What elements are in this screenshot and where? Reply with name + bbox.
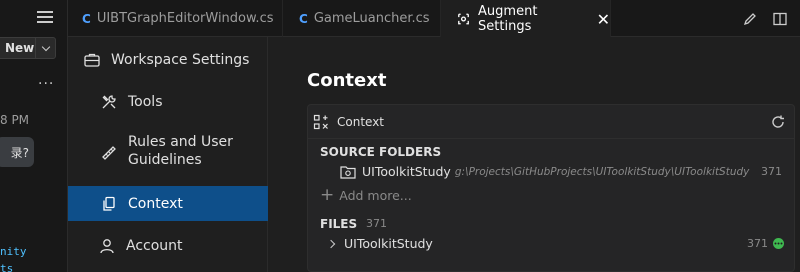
chevron-down-icon: [41, 42, 50, 51]
chat-bubble-text: 录?: [10, 145, 29, 160]
briefcase-icon: [84, 53, 100, 67]
tab-label: GameLuancher.cs: [313, 11, 430, 26]
chat-bubble: 录?: [0, 137, 34, 167]
sidebar-item-label: Account: [126, 238, 183, 254]
tools-icon: [102, 95, 116, 109]
menu-icon[interactable]: [37, 11, 53, 25]
file-count: 371: [747, 237, 768, 250]
more-options-icon[interactable]: ...: [38, 72, 54, 88]
sidebar-item-rules[interactable]: Rules and User Guidelines: [68, 133, 268, 173]
synced-status-icon: [773, 238, 784, 249]
new-chat-dropdown[interactable]: [35, 38, 55, 58]
page-title: Context: [307, 70, 387, 91]
settings-main: Context Context SOURCE FOLDERS UIToolkit…: [269, 37, 800, 272]
ruler-icon: [102, 146, 116, 160]
csharp-file-icon: C: [82, 11, 91, 26]
ellipsis-icon: [774, 242, 783, 245]
folder-icon: [340, 165, 356, 179]
chevron-right-icon[interactable]: [326, 239, 336, 248]
tab-augment-settings[interactable]: Augment Settings ✕: [441, 0, 611, 38]
editor-tab-bar: C UIBTGraphEditorWindow.cs C GameLuanche…: [68, 0, 800, 38]
files-heading: FILES: [320, 217, 358, 231]
files-count: 371: [366, 217, 387, 230]
source-folders-heading: SOURCE FOLDERS: [320, 145, 442, 159]
tab-label: Augment Settings: [478, 4, 538, 34]
sidebar-item-tools[interactable]: Tools: [68, 91, 268, 113]
code-snippet-line: nity: [0, 245, 27, 258]
sidebar-item-context[interactable]: Context: [68, 186, 268, 221]
file-tree-item[interactable]: UIToolkitStudy: [326, 236, 433, 251]
refresh-icon[interactable]: [770, 114, 786, 130]
split-editor-icon[interactable]: [772, 11, 788, 27]
context-card-title: Context: [337, 114, 385, 129]
chat-panel: New ... 8 PM 录? nity ts: [0, 0, 68, 272]
sidebar-item-label: Context: [128, 195, 183, 212]
add-more-label: Add more...: [339, 188, 412, 203]
plus-icon: +: [320, 185, 335, 205]
context-icon: [313, 114, 328, 129]
settings-sidebar: Workspace Settings Tools Rules and User …: [68, 37, 268, 272]
new-chat-button[interactable]: New: [0, 37, 56, 59]
sidebar-item-label: Rules and User: [128, 134, 233, 150]
add-more-button[interactable]: + Add more...: [320, 187, 412, 204]
source-folder-count: 371: [761, 165, 782, 178]
source-folder-row[interactable]: UIToolkitStudy g:\Projects\GitHubProject…: [340, 164, 790, 179]
user-icon: [100, 239, 114, 254]
file-tree-item-label: UIToolkitStudy: [344, 236, 433, 251]
new-chat-label: New: [5, 41, 35, 55]
source-folder-path: g:\Projects\GitHubProjects\UIToolkitStud…: [454, 165, 750, 178]
sidebar-item-workspace-settings[interactable]: Workspace Settings: [68, 49, 268, 71]
tab-uibtgrapheditorwindow[interactable]: C UIBTGraphEditorWindow.cs: [68, 0, 283, 37]
tab-label: UIBTGraphEditorWindow.cs: [96, 11, 274, 26]
edit-icon[interactable]: [742, 11, 758, 27]
close-icon[interactable]: ✕: [597, 10, 610, 29]
tab-gameluancher[interactable]: C GameLuancher.cs: [283, 0, 441, 37]
copy-icon: [103, 196, 115, 211]
source-folder-name: UIToolkitStudy: [362, 164, 451, 179]
sidebar-item-label: Workspace Settings: [111, 52, 250, 68]
context-card: Context SOURCE FOLDERS UIToolkitStudy g:…: [307, 104, 795, 272]
augment-icon: [458, 13, 469, 25]
message-time: 8 PM: [0, 113, 30, 127]
context-card-header: Context: [308, 105, 794, 139]
sidebar-item-label: Guidelines: [128, 152, 202, 168]
code-snippet-line: ts: [0, 262, 14, 272]
sidebar-item-label: Tools: [128, 94, 163, 110]
csharp-file-icon: C: [299, 11, 308, 26]
tab-actions: [742, 0, 800, 37]
sidebar-item-account[interactable]: Account: [68, 235, 268, 257]
file-status: 371: [747, 237, 784, 250]
